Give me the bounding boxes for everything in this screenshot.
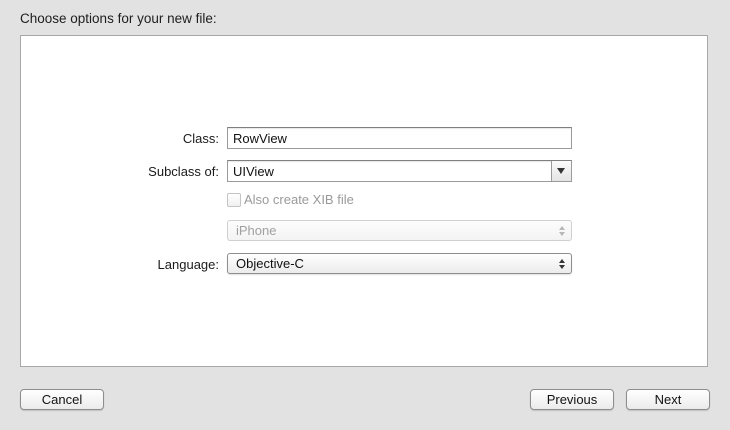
chevron-down-icon — [557, 168, 565, 174]
cancel-button[interactable]: Cancel — [20, 389, 104, 410]
dialog-heading: Choose options for your new file: — [20, 11, 217, 26]
xib-checkbox-label: Also create XIB file — [244, 192, 354, 207]
next-button[interactable]: Next — [626, 389, 710, 410]
up-down-arrows-icon — [559, 259, 565, 269]
subclass-label: Subclass of: — [148, 164, 219, 179]
up-down-arrows-icon — [559, 226, 565, 236]
subclass-dropdown-button[interactable] — [551, 161, 571, 181]
class-label: Class: — [182, 131, 219, 146]
subclass-combo-box[interactable]: UIView — [227, 160, 572, 182]
device-popup: iPhone — [227, 220, 572, 241]
previous-button[interactable]: Previous — [530, 389, 614, 410]
language-value[interactable]: Objective-C — [236, 256, 304, 271]
class-name-input[interactable] — [227, 127, 572, 149]
xib-checkbox — [227, 193, 241, 207]
subclass-value[interactable]: UIView — [233, 164, 274, 179]
options-panel: Class: Subclass of: UIView Also create X… — [20, 35, 708, 367]
language-label: Language: — [157, 257, 219, 272]
device-value: iPhone — [236, 223, 277, 238]
language-popup[interactable]: Objective-C — [227, 253, 572, 274]
